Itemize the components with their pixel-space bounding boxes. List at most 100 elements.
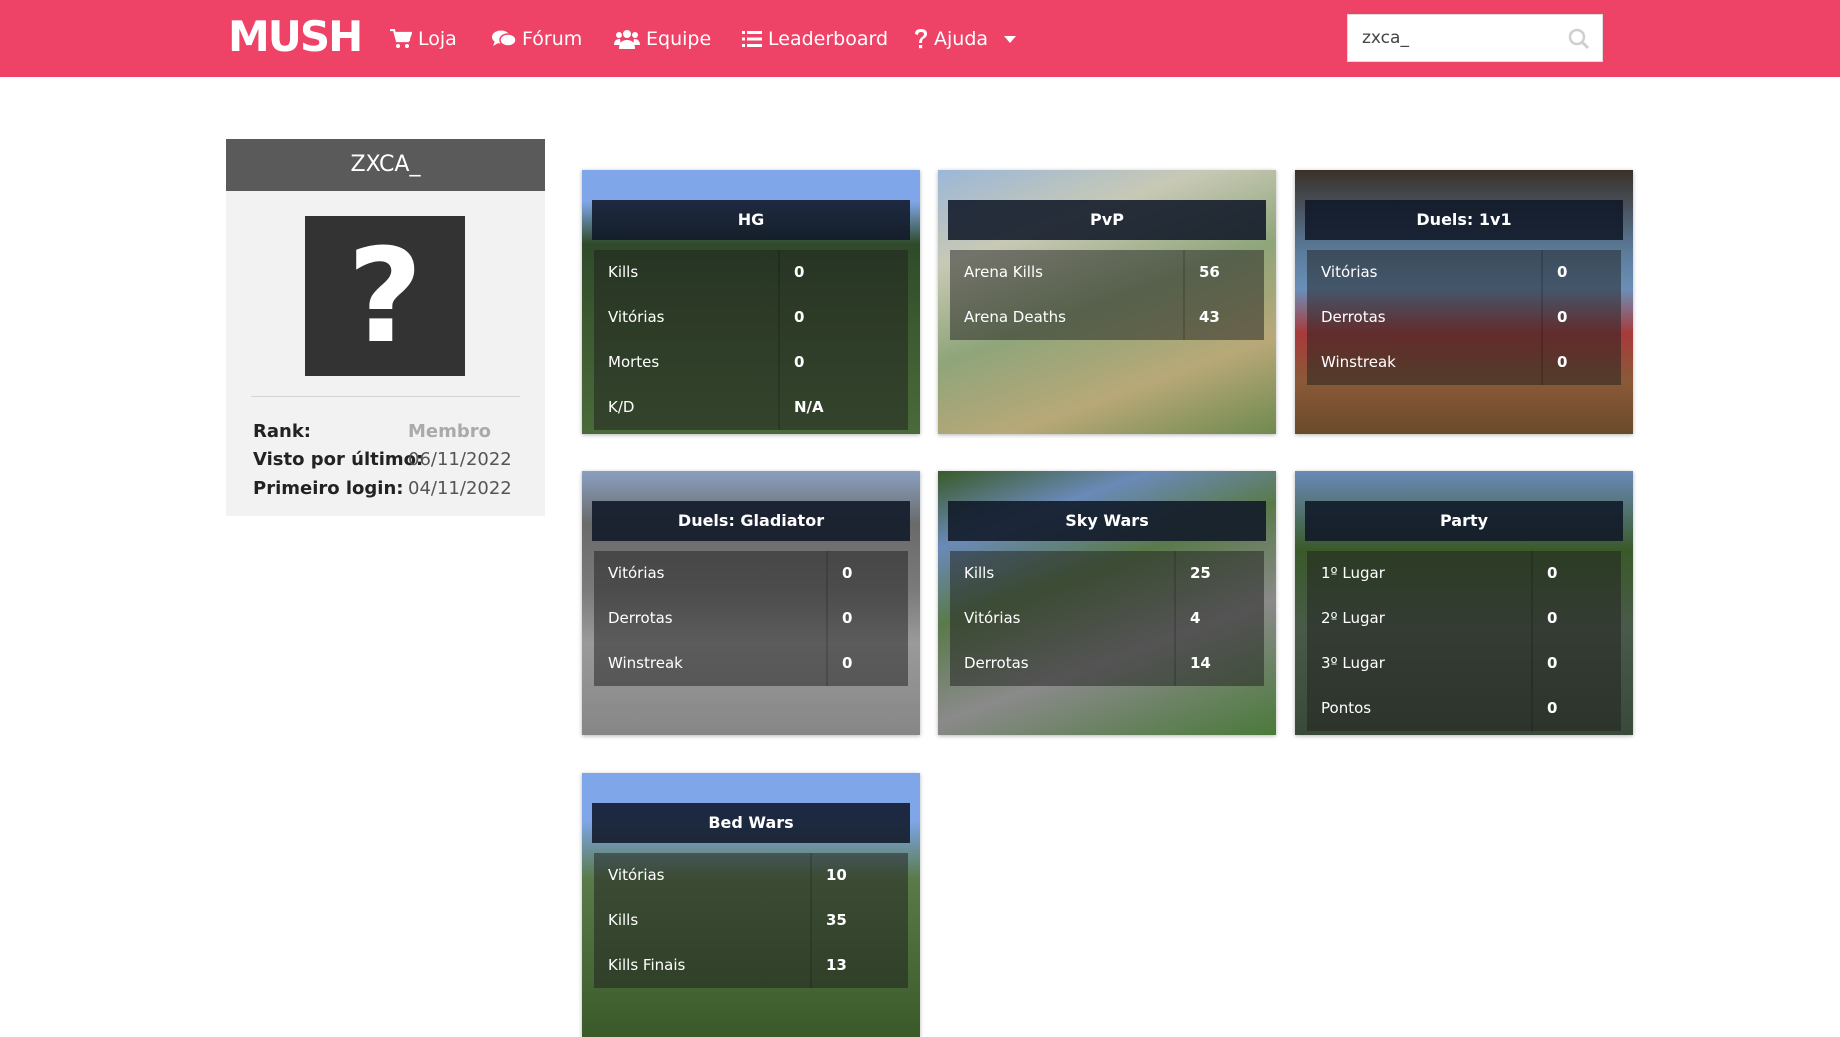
- stat-value: 25: [1174, 551, 1264, 596]
- nav-item-equipe[interactable]: Equipe: [614, 26, 711, 52]
- stats-card-pvp: PvP Arena Kills 56 Arena Deaths 43: [938, 170, 1276, 434]
- stat-value: 0: [1541, 295, 1621, 340]
- table-row: Vitórias 0: [594, 295, 908, 340]
- stat-label: Vitórias: [594, 551, 826, 596]
- table-row: Vitórias 0: [594, 551, 908, 596]
- stat-label: Derrotas: [950, 641, 1174, 686]
- stats-table: 1º Lugar 0 2º Lugar 0 3º Lugar 0 Pontos 0: [1307, 551, 1621, 731]
- chevron-down-icon: [1004, 35, 1017, 43]
- table-row: Mortes 0: [594, 340, 908, 385]
- first-login-value: 04/11/2022: [408, 478, 512, 499]
- stat-label: Derrotas: [1307, 295, 1541, 340]
- last-seen-label: Visto por último:: [253, 449, 424, 470]
- stat-value: 0: [1541, 340, 1621, 385]
- stats-card-duels-gladiator: Duels: Gladiator Vitórias 0 Derrotas 0 Winstr…: [582, 471, 920, 735]
- search-input[interactable]: [1348, 15, 1558, 61]
- stat-label: Winstreak: [1307, 340, 1541, 385]
- stats-card-bed-wars: Bed Wars Vitórias 10 Kills 35 Kills Finais 13: [582, 773, 920, 1037]
- table-row: Kills 0: [594, 250, 908, 295]
- stats-table: Vitórias 0 Derrotas 0 Winstreak 0: [1307, 250, 1621, 385]
- table-row: Vitórias 10: [594, 853, 908, 898]
- stats-table: Vitórias 0 Derrotas 0 Winstreak 0: [594, 551, 908, 686]
- stat-value: 13: [810, 943, 908, 988]
- users-icon: [614, 30, 640, 49]
- cart-icon: [390, 29, 412, 48]
- stat-value: 0: [1531, 686, 1621, 731]
- top-navbar: MUSH Loja Fórum Equipe Leaderboard Ajuda: [0, 0, 1840, 77]
- nav-label-forum: Fórum: [522, 28, 583, 50]
- stats-table: Kills 25 Vitórias 4 Derrotas 14: [950, 551, 1264, 686]
- table-row: Winstreak 0: [1307, 340, 1621, 385]
- avatar: ?: [305, 216, 465, 376]
- stats-table: Arena Kills 56 Arena Deaths 43: [950, 250, 1264, 340]
- stats-card-party: Party 1º Lugar 0 2º Lugar 0 3º Lugar 0 Pontos 0: [1295, 471, 1633, 735]
- search-icon[interactable]: [1568, 28, 1590, 50]
- stat-value: 0: [1531, 551, 1621, 596]
- stat-label: Vitórias: [594, 853, 810, 898]
- stat-label: Pontos: [1307, 686, 1531, 731]
- stat-label: Kills: [594, 250, 778, 295]
- stat-label: Vitórias: [1307, 250, 1541, 295]
- table-row: Winstreak 0: [594, 641, 908, 686]
- stat-label: Kills: [594, 898, 810, 943]
- stat-value: 0: [778, 250, 908, 295]
- first-login-label: Primeiro login:: [253, 478, 404, 499]
- stat-value: 35: [810, 898, 908, 943]
- stat-label: Vitórias: [594, 295, 778, 340]
- last-seen-value: 06/11/2022: [408, 449, 512, 470]
- stat-label: Mortes: [594, 340, 778, 385]
- rank-value: Membro: [408, 421, 492, 442]
- nav-item-leaderboard[interactable]: Leaderboard: [742, 26, 888, 52]
- stat-value: 0: [778, 340, 908, 385]
- nav-item-ajuda[interactable]: Ajuda: [914, 26, 1017, 52]
- stat-label: Vitórias: [950, 596, 1174, 641]
- stat-label: 1º Lugar: [1307, 551, 1531, 596]
- stat-label: Winstreak: [594, 641, 826, 686]
- rank-label: Rank:: [253, 421, 311, 442]
- stat-value: 0: [826, 596, 908, 641]
- table-row: Derrotas 0: [594, 596, 908, 641]
- stat-value: 0: [1531, 641, 1621, 686]
- stat-value: 0: [826, 641, 908, 686]
- nav-item-forum[interactable]: Fórum: [492, 26, 582, 52]
- stat-value: 10: [810, 853, 908, 898]
- stat-value: 4: [1174, 596, 1264, 641]
- stat-label: 3º Lugar: [1307, 641, 1531, 686]
- list-icon: [742, 31, 762, 47]
- divider: [251, 396, 520, 397]
- table-row: Derrotas 14: [950, 641, 1264, 686]
- table-row: 1º Lugar 0: [1307, 551, 1621, 596]
- table-row: 2º Lugar 0: [1307, 596, 1621, 641]
- nav-label-ajuda: Ajuda: [934, 28, 989, 50]
- profile-name: ZXCA_: [226, 139, 545, 191]
- stats-table: Vitórias 10 Kills 35 Kills Finais 13: [594, 853, 908, 988]
- card-title: PvP: [948, 200, 1266, 240]
- stat-value: 43: [1183, 295, 1264, 340]
- card-title: HG: [592, 200, 910, 240]
- table-row: Kills Finais 13: [594, 943, 908, 988]
- table-row: Kills 25: [950, 551, 1264, 596]
- table-row: Pontos 0: [1307, 686, 1621, 731]
- table-row: K/D N/A: [594, 385, 908, 430]
- stat-label: K/D: [594, 385, 778, 430]
- nav-item-loja[interactable]: Loja: [390, 26, 457, 52]
- stats-card-duels-1v1: Duels: 1v1 Vitórias 0 Derrotas 0 Winstreak 0: [1295, 170, 1633, 434]
- stat-value: 0: [778, 295, 908, 340]
- card-title: Sky Wars: [948, 501, 1266, 541]
- stat-label: Arena Deaths: [950, 295, 1183, 340]
- stats-card-sky-wars: Sky Wars Kills 25 Vitórias 4 Derrotas 14: [938, 471, 1276, 735]
- table-row: Vitórias 0: [1307, 250, 1621, 295]
- stats-card-hg: HG Kills 0 Vitórias 0 Mortes 0 K/D N/A: [582, 170, 920, 434]
- stat-label: Derrotas: [594, 596, 826, 641]
- search-box: [1347, 14, 1603, 62]
- table-row: Arena Kills 56: [950, 250, 1264, 295]
- site-logo[interactable]: MUSH: [228, 16, 363, 58]
- stat-value: 56: [1183, 250, 1264, 295]
- card-title: Duels: Gladiator: [592, 501, 910, 541]
- table-row: 3º Lugar 0: [1307, 641, 1621, 686]
- comments-icon: [492, 30, 516, 47]
- stat-label: 2º Lugar: [1307, 596, 1531, 641]
- stat-value: 0: [1541, 250, 1621, 295]
- nav-label-loja: Loja: [418, 28, 457, 50]
- table-row: Derrotas 0: [1307, 295, 1621, 340]
